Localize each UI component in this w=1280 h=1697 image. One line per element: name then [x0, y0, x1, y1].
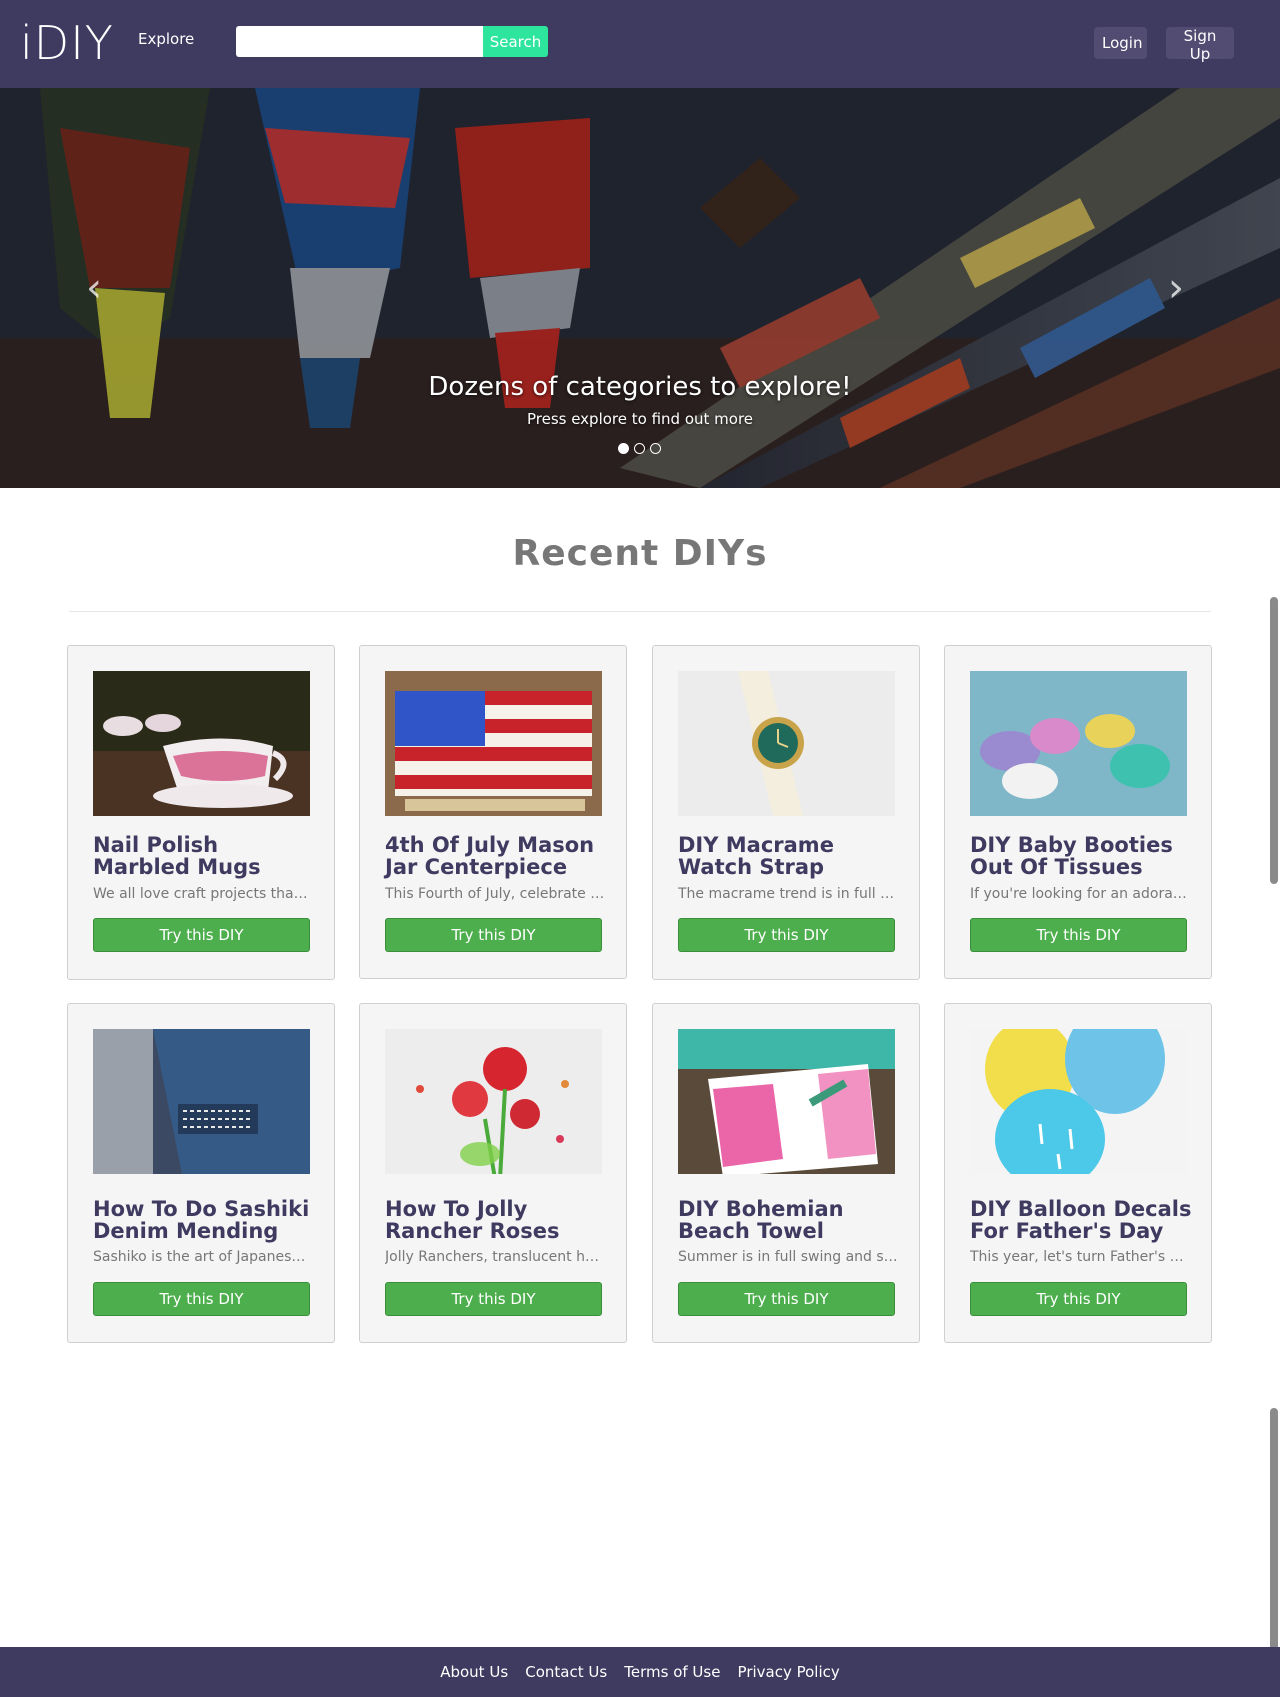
site-footer: About Us Contact Us Terms of Use Privacy… [0, 1647, 1280, 1697]
diy-card: 4th Of July Mason Jar Centerpiece This F… [359, 645, 627, 979]
diy-card-image[interactable] [385, 1029, 602, 1174]
site-logo[interactable]: iDIY [20, 18, 114, 68]
diy-card-image[interactable] [93, 1029, 310, 1174]
top-navbar: iDIY Explore Search Login Sign Up [0, 0, 1280, 88]
footer-links: About Us Contact Us Terms of Use Privacy… [0, 1662, 1280, 1681]
hero-carousel: ‹ › Dozens of categories to explore! Pre… [0, 88, 1280, 488]
carousel-caption-subtitle: Press explore to find out more [526, 410, 754, 428]
explore-link[interactable]: Explore [138, 30, 194, 48]
diy-card-image[interactable] [678, 1029, 895, 1174]
diy-card: DIY Bohemian Beach Towel Summer is in fu… [652, 1003, 920, 1343]
carousel-indicator[interactable] [650, 443, 661, 454]
try-diy-button[interactable]: Try this DIY [385, 918, 602, 952]
diy-card-description: If you're looking for an adorable baby s… [970, 886, 1190, 902]
diy-card-title[interactable]: How To Jolly Rancher Roses [385, 1198, 610, 1242]
section-divider [69, 611, 1211, 612]
diy-card-image[interactable] [93, 671, 310, 816]
diy-card-description: The macrame trend is in full force this … [678, 886, 898, 902]
signup-button[interactable]: Sign Up [1166, 27, 1234, 63]
try-diy-button[interactable]: Try this DIY [678, 1282, 895, 1316]
footer-link-terms[interactable]: Terms of Use [624, 1663, 720, 1681]
diy-card-title[interactable]: DIY Balloon Decals For Father's Day [970, 1198, 1195, 1242]
diy-card: DIY Baby Booties Out Of Tissues If you'r… [944, 645, 1212, 979]
diy-card-title[interactable]: DIY Bohemian Beach Towel [678, 1198, 903, 1242]
try-diy-button[interactable]: Try this DIY [970, 918, 1187, 952]
try-diy-button[interactable]: Try this DIY [385, 1282, 602, 1316]
carousel-caption-title: Dozens of categories to explore! [428, 372, 852, 402]
footer-link-contact[interactable]: Contact Us [525, 1663, 607, 1681]
diy-card-title[interactable]: How To Do Sashiki Denim Mending [93, 1198, 318, 1242]
footer-link-about[interactable]: About Us [440, 1663, 508, 1681]
try-diy-button[interactable]: Try this DIY [678, 918, 895, 952]
diy-card: DIY Balloon Decals For Father's Day This… [944, 1003, 1212, 1343]
try-diy-button[interactable]: Try this DIY [970, 1282, 1187, 1316]
carousel-indicator[interactable] [618, 443, 629, 454]
footer-link-privacy[interactable]: Privacy Policy [738, 1663, 840, 1681]
section-title: Recent DIYs [512, 533, 768, 574]
diy-card-description: This Fourth of July, celebrate with a ce… [385, 886, 605, 902]
diy-card: DIY Macrame Watch Strap The macrame tren… [652, 645, 920, 980]
login-button[interactable]: Login [1094, 27, 1147, 59]
chevron-right-icon[interactable]: › [1168, 268, 1184, 308]
diy-card: Nail Polish Marbled Mugs We all love cra… [67, 645, 335, 980]
diy-card-title[interactable]: Nail Polish Marbled Mugs [93, 834, 318, 878]
diy-card-image[interactable] [385, 671, 602, 816]
diy-card-description: Sashiko is the art of Japanese embroider… [93, 1249, 313, 1265]
diy-card-image[interactable] [970, 671, 1187, 816]
diy-card-description: This year, let's turn Father's Day into … [970, 1249, 1190, 1265]
scrollbar-thumb[interactable] [1270, 597, 1278, 884]
try-diy-button[interactable]: Try this DIY [93, 918, 310, 952]
search-input[interactable] [236, 26, 483, 57]
chevron-left-icon[interactable]: ‹ [86, 268, 102, 308]
hero-image [0, 88, 1280, 488]
diy-card-description: Jolly Ranchers, translucent hard candies [385, 1249, 605, 1265]
diy-card-image[interactable] [970, 1029, 1187, 1174]
diy-card-title[interactable]: 4th Of July Mason Jar Centerpiece [385, 834, 610, 878]
diy-card-title[interactable]: DIY Baby Booties Out Of Tissues [970, 834, 1195, 878]
carousel-indicators [618, 443, 661, 454]
diy-card: How To Do Sashiki Denim Mending Sashiko … [67, 1003, 335, 1343]
diy-card-description: We all love craft projects that are easy… [93, 886, 313, 902]
search-button[interactable]: Search [483, 26, 548, 57]
carousel-indicator[interactable] [634, 443, 645, 454]
diy-card-image[interactable] [678, 671, 895, 816]
diy-card-title[interactable]: DIY Macrame Watch Strap [678, 834, 903, 878]
try-diy-button[interactable]: Try this DIY [93, 1282, 310, 1316]
diy-card: How To Jolly Rancher Roses Jolly Rancher… [359, 1003, 627, 1343]
diy-card-description: Summer is in full swing and so is beach … [678, 1249, 898, 1265]
